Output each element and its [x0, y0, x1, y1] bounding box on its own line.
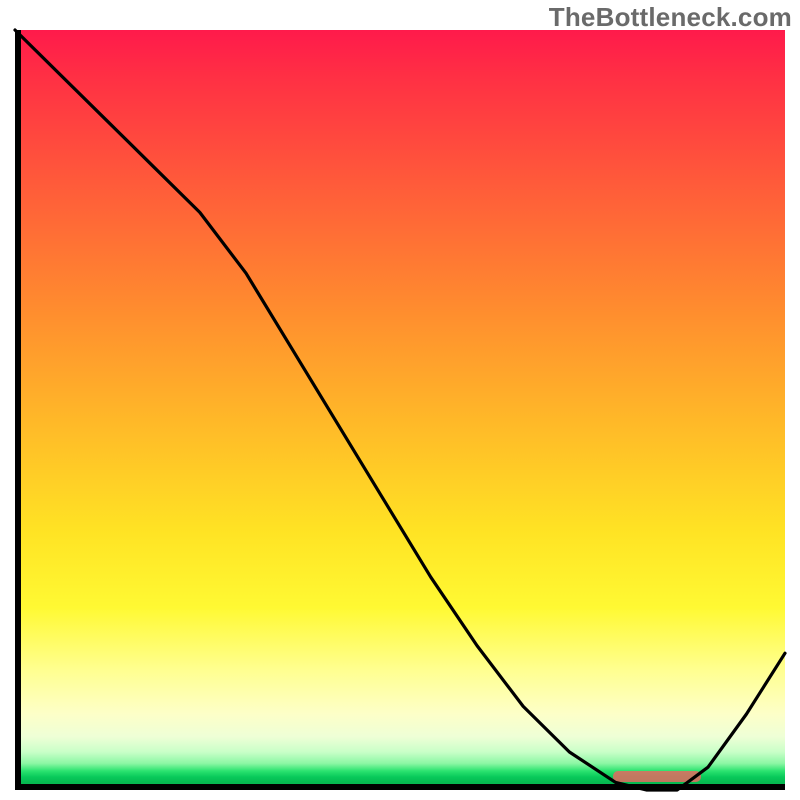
bottleneck-curve [15, 30, 785, 790]
plot-wrap [15, 30, 785, 790]
y-axis-line [15, 30, 21, 790]
x-axis-line [15, 784, 785, 790]
watermark-text: TheBottleneck.com [549, 2, 792, 33]
chart-stage: TheBottleneck.com [0, 0, 800, 800]
